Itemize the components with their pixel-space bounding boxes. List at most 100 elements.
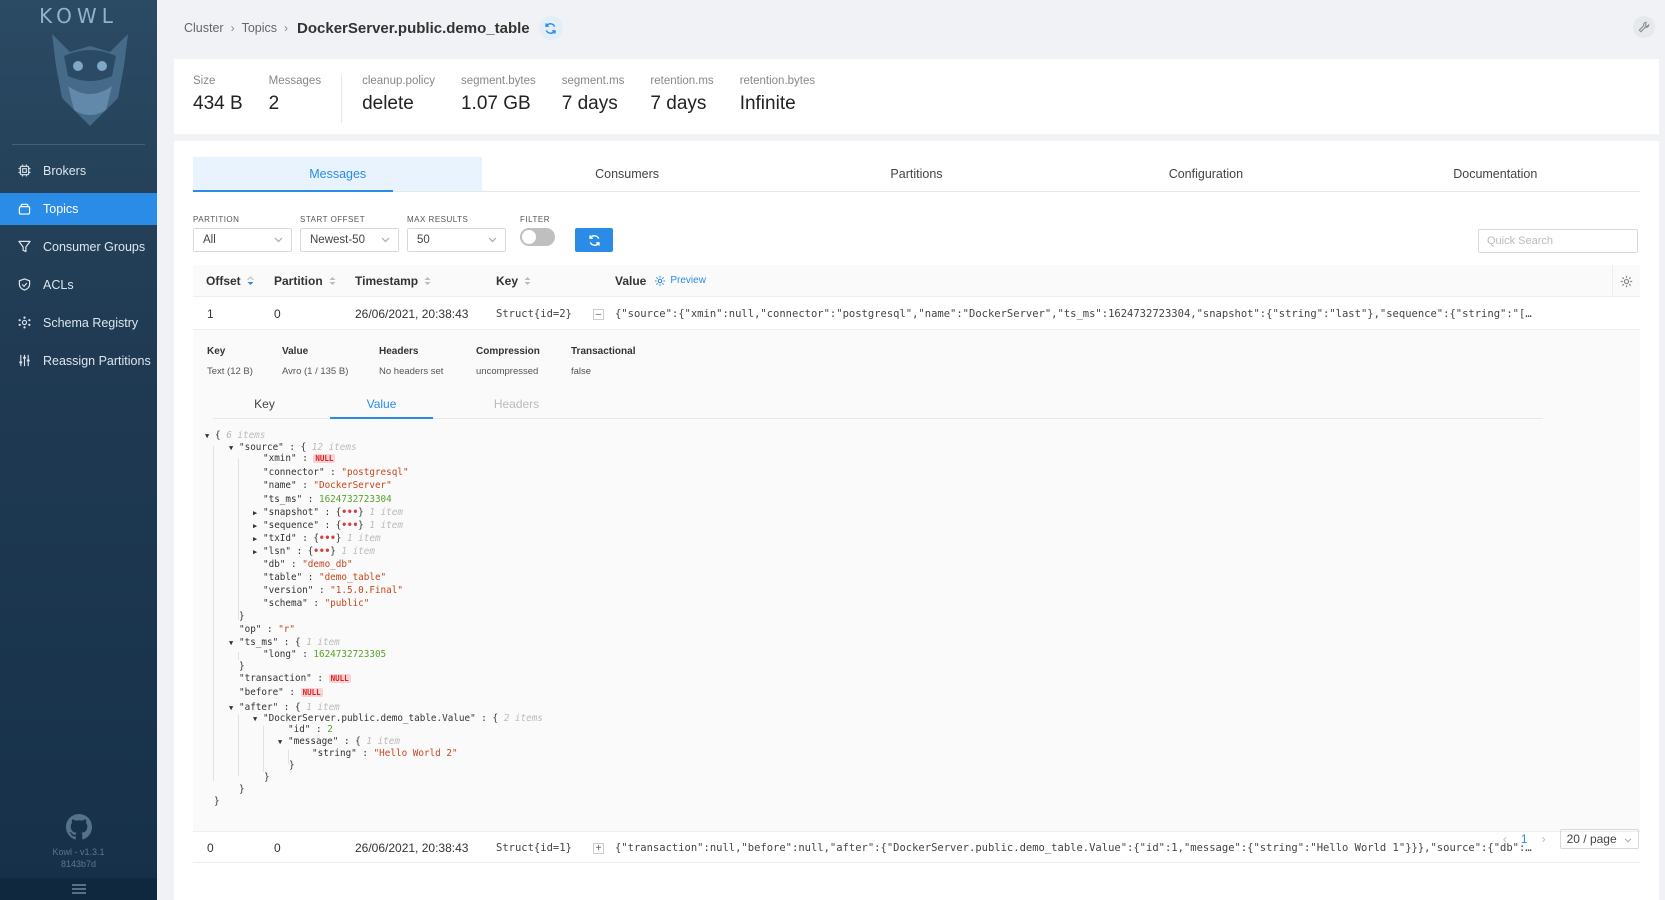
sidebar-item-reassign-partitions[interactable]: Reassign Partitions xyxy=(0,345,157,377)
sidebar-collapse-button[interactable] xyxy=(0,878,157,900)
start-offset-select[interactable]: Newest-50 xyxy=(300,228,399,252)
json-node-snapshot[interactable]: ▶ "snapshot" : {•••} 1 item xyxy=(253,507,403,519)
next-page-button[interactable]: › xyxy=(1542,832,1546,846)
preview-button[interactable]: Preview xyxy=(654,275,706,287)
prev-page-button[interactable]: ‹ xyxy=(1503,832,1507,846)
stat-value: delete xyxy=(362,93,414,114)
breadcrumb-topics[interactable]: Topics xyxy=(242,21,277,35)
json-field: "id" : 2 xyxy=(288,724,333,735)
subtab-value[interactable]: Value xyxy=(330,394,433,419)
tab-documentation[interactable]: Documentation xyxy=(1351,157,1640,191)
json-node-ts-ms[interactable]: ▼ "ts_ms" : { 1 item xyxy=(229,637,340,649)
tab-messages[interactable]: Messages xyxy=(193,157,483,192)
topic-stats-bar: Size 434 B Messages 2 cleanup.policy del… xyxy=(174,59,1659,134)
tree-guide xyxy=(238,458,239,620)
page-number[interactable]: 1 xyxy=(1521,832,1528,846)
stat-value: Infinite xyxy=(739,93,796,114)
sidebar-item-consumer-groups[interactable]: Consumer Groups xyxy=(0,231,157,263)
json-node-sequence[interactable]: ▶ "sequence" : {•••} 1 item xyxy=(253,520,403,532)
search-messages-button[interactable] xyxy=(575,228,613,252)
page-title: DockerServer.public.demo_table xyxy=(297,19,530,37)
stat-segment-ms: segment.ms 7 days xyxy=(562,75,625,134)
message-metadata: Key Text (12 B) Value Avro (1 / 135 B) H… xyxy=(207,346,661,377)
stat-label: Messages xyxy=(268,75,322,87)
sidebar-item-label: Consumer Groups xyxy=(43,240,146,254)
column-key[interactable]: Key xyxy=(496,274,531,288)
breadcrumb-separator: › xyxy=(230,21,235,35)
stat-label: retention.ms xyxy=(650,75,714,87)
sidebar-item-label: ACLs xyxy=(43,278,74,292)
page-size-select[interactable]: 20 / page xyxy=(1559,829,1639,849)
topic-tabs: Messages Consumers Partitions Configurat… xyxy=(193,157,1640,192)
meta-value-info: Value Avro (1 / 135 B) xyxy=(282,346,379,377)
filter-label: PARTITION xyxy=(193,215,240,224)
sidebar-footer: Kowl - v1.3.1 8143b7d xyxy=(0,814,157,900)
select-value: Newest-50 xyxy=(310,234,365,246)
json-node-message[interactable]: ▼ "message" : { 1 item xyxy=(278,736,400,748)
cpu-icon xyxy=(18,164,32,178)
cell-timestamp: 26/06/2021, 20:38:43 xyxy=(355,307,469,321)
max-results-select[interactable]: 50 xyxy=(407,228,506,252)
sync-icon xyxy=(588,234,600,246)
sidebar-item-label: Topics xyxy=(43,202,79,216)
column-label: Offset xyxy=(206,273,241,288)
refresh-topic-button[interactable] xyxy=(538,16,563,40)
table-row[interactable]: 0 0 26/06/2021, 20:38:43 Struct{id=1} + … xyxy=(193,831,1640,863)
json-root[interactable]: ▼{ 6 items xyxy=(205,430,265,442)
meta-compression: Compression uncompressed xyxy=(476,346,571,377)
table-row[interactable]: 1 0 26/06/2021, 20:38:43 Struct{id=2} – … xyxy=(193,298,1640,330)
logo[interactable]: KOWL xyxy=(12,0,145,145)
chevron-down-icon xyxy=(488,237,497,243)
tab-consumers[interactable]: Consumers xyxy=(482,157,771,191)
tab-partitions[interactable]: Partitions xyxy=(772,157,1061,191)
column-timestamp[interactable]: Timestamp xyxy=(355,274,431,288)
json-node-lsn[interactable]: ▶ "lsn" : {•••} 1 item xyxy=(253,546,375,558)
filter-toggle[interactable] xyxy=(520,228,555,246)
column-partition[interactable]: Partition xyxy=(274,274,336,288)
version-text: Kowl - v1.3.1 xyxy=(52,847,105,857)
meta-label: Compression xyxy=(476,346,540,357)
filter-toggle-group: FILTER xyxy=(514,215,555,252)
partition-select[interactable]: All xyxy=(193,228,292,252)
subtab-key[interactable]: Key xyxy=(213,394,316,418)
meta-key: Key Text (12 B) xyxy=(207,346,282,377)
table-settings-button[interactable] xyxy=(1612,265,1640,297)
sidebar-item-brokers[interactable]: Brokers xyxy=(0,155,157,187)
json-close: } xyxy=(289,760,295,771)
breadcrumb-separator: › xyxy=(284,21,289,35)
meta-label: Value xyxy=(282,346,309,357)
max-results-filter: MAX RESULTS 50 xyxy=(407,215,506,252)
json-close: } xyxy=(264,772,270,783)
json-field: "version" : "1.5.0.Final" xyxy=(263,585,403,596)
filter-label: MAX RESULTS xyxy=(407,215,469,224)
cell-partition: 0 xyxy=(274,841,281,855)
chevron-down-icon xyxy=(274,237,283,243)
expand-row-button[interactable]: + xyxy=(593,843,604,854)
stat-value: 7 days xyxy=(650,93,707,114)
filter-label: START OFFSET xyxy=(300,215,366,224)
subtab-headers[interactable]: Headers xyxy=(465,394,568,418)
json-close: } xyxy=(239,784,245,795)
sidebar-item-topics[interactable]: Topics xyxy=(0,193,157,225)
quick-search-input[interactable]: Quick Search xyxy=(1478,229,1638,253)
gear-icon xyxy=(1620,275,1633,287)
collapse-row-button[interactable]: – xyxy=(593,309,604,320)
sort-icon xyxy=(524,276,531,285)
settings-wrench-button[interactable] xyxy=(1633,16,1655,38)
meta-value: No headers set xyxy=(379,366,444,377)
breadcrumb-cluster[interactable]: Cluster xyxy=(184,21,224,35)
logo-text: KOWL xyxy=(39,4,118,28)
stat-label: segment.ms xyxy=(561,75,625,87)
column-offset[interactable]: Offset xyxy=(206,274,254,288)
sidebar-item-label: Schema Registry xyxy=(43,316,139,330)
sort-icon xyxy=(329,276,336,285)
stat-value: 2 xyxy=(268,93,280,114)
chevron-down-icon xyxy=(1624,838,1632,843)
stat-segment-bytes: segment.bytes 1.07 GB xyxy=(461,75,536,134)
github-icon[interactable] xyxy=(65,814,92,840)
json-node-txid[interactable]: ▶ "txId" : {•••} 1 item xyxy=(253,533,381,545)
owl-logo-icon xyxy=(52,34,128,126)
sidebar-item-acls[interactable]: ACLs xyxy=(0,269,157,301)
sidebar-item-schema-registry[interactable]: Schema Registry xyxy=(0,307,157,339)
tab-configuration[interactable]: Configuration xyxy=(1061,157,1350,191)
